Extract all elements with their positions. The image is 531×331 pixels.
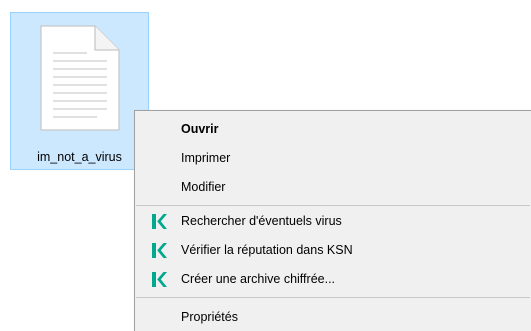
menu-item-open[interactable]: Ouvrir	[135, 115, 531, 143]
menu-item-edit[interactable]: Modifier	[135, 173, 531, 201]
text-file-icon	[40, 25, 120, 131]
selected-file-item[interactable]: im_not_a_virus	[10, 12, 149, 170]
menu-item-label: Rechercher d'éventuels virus	[181, 214, 342, 228]
kaspersky-k-icon	[152, 272, 167, 287]
menu-item-check-ksn-reputation[interactable]: Vérifier la réputation dans KSN	[135, 236, 531, 264]
desktop: im_not_a_virus Ouvrir Imprimer Modifier …	[0, 0, 531, 331]
menu-item-properties[interactable]: Propriétés	[135, 303, 531, 331]
menu-separator	[136, 205, 530, 206]
context-menu: Ouvrir Imprimer Modifier Rechercher d'év…	[134, 110, 531, 331]
file-name-label: im_not_a_virus	[37, 150, 122, 164]
menu-separator	[136, 297, 530, 298]
menu-item-scan-viruses[interactable]: Rechercher d'éventuels virus	[135, 207, 531, 235]
menu-item-label: Modifier	[181, 180, 226, 194]
menu-item-label: Propriétés	[181, 310, 238, 324]
kaspersky-k-icon	[152, 243, 167, 258]
kaspersky-k-icon	[152, 214, 167, 229]
menu-item-print[interactable]: Imprimer	[135, 144, 531, 172]
menu-item-label: Imprimer	[181, 151, 231, 165]
menu-item-label: Ouvrir	[181, 122, 219, 136]
menu-item-label: Vérifier la réputation dans KSN	[181, 243, 353, 257]
menu-item-create-encrypted-archive[interactable]: Créer une archive chiffrée...	[135, 265, 531, 293]
menu-item-label: Créer une archive chiffrée...	[181, 272, 336, 286]
